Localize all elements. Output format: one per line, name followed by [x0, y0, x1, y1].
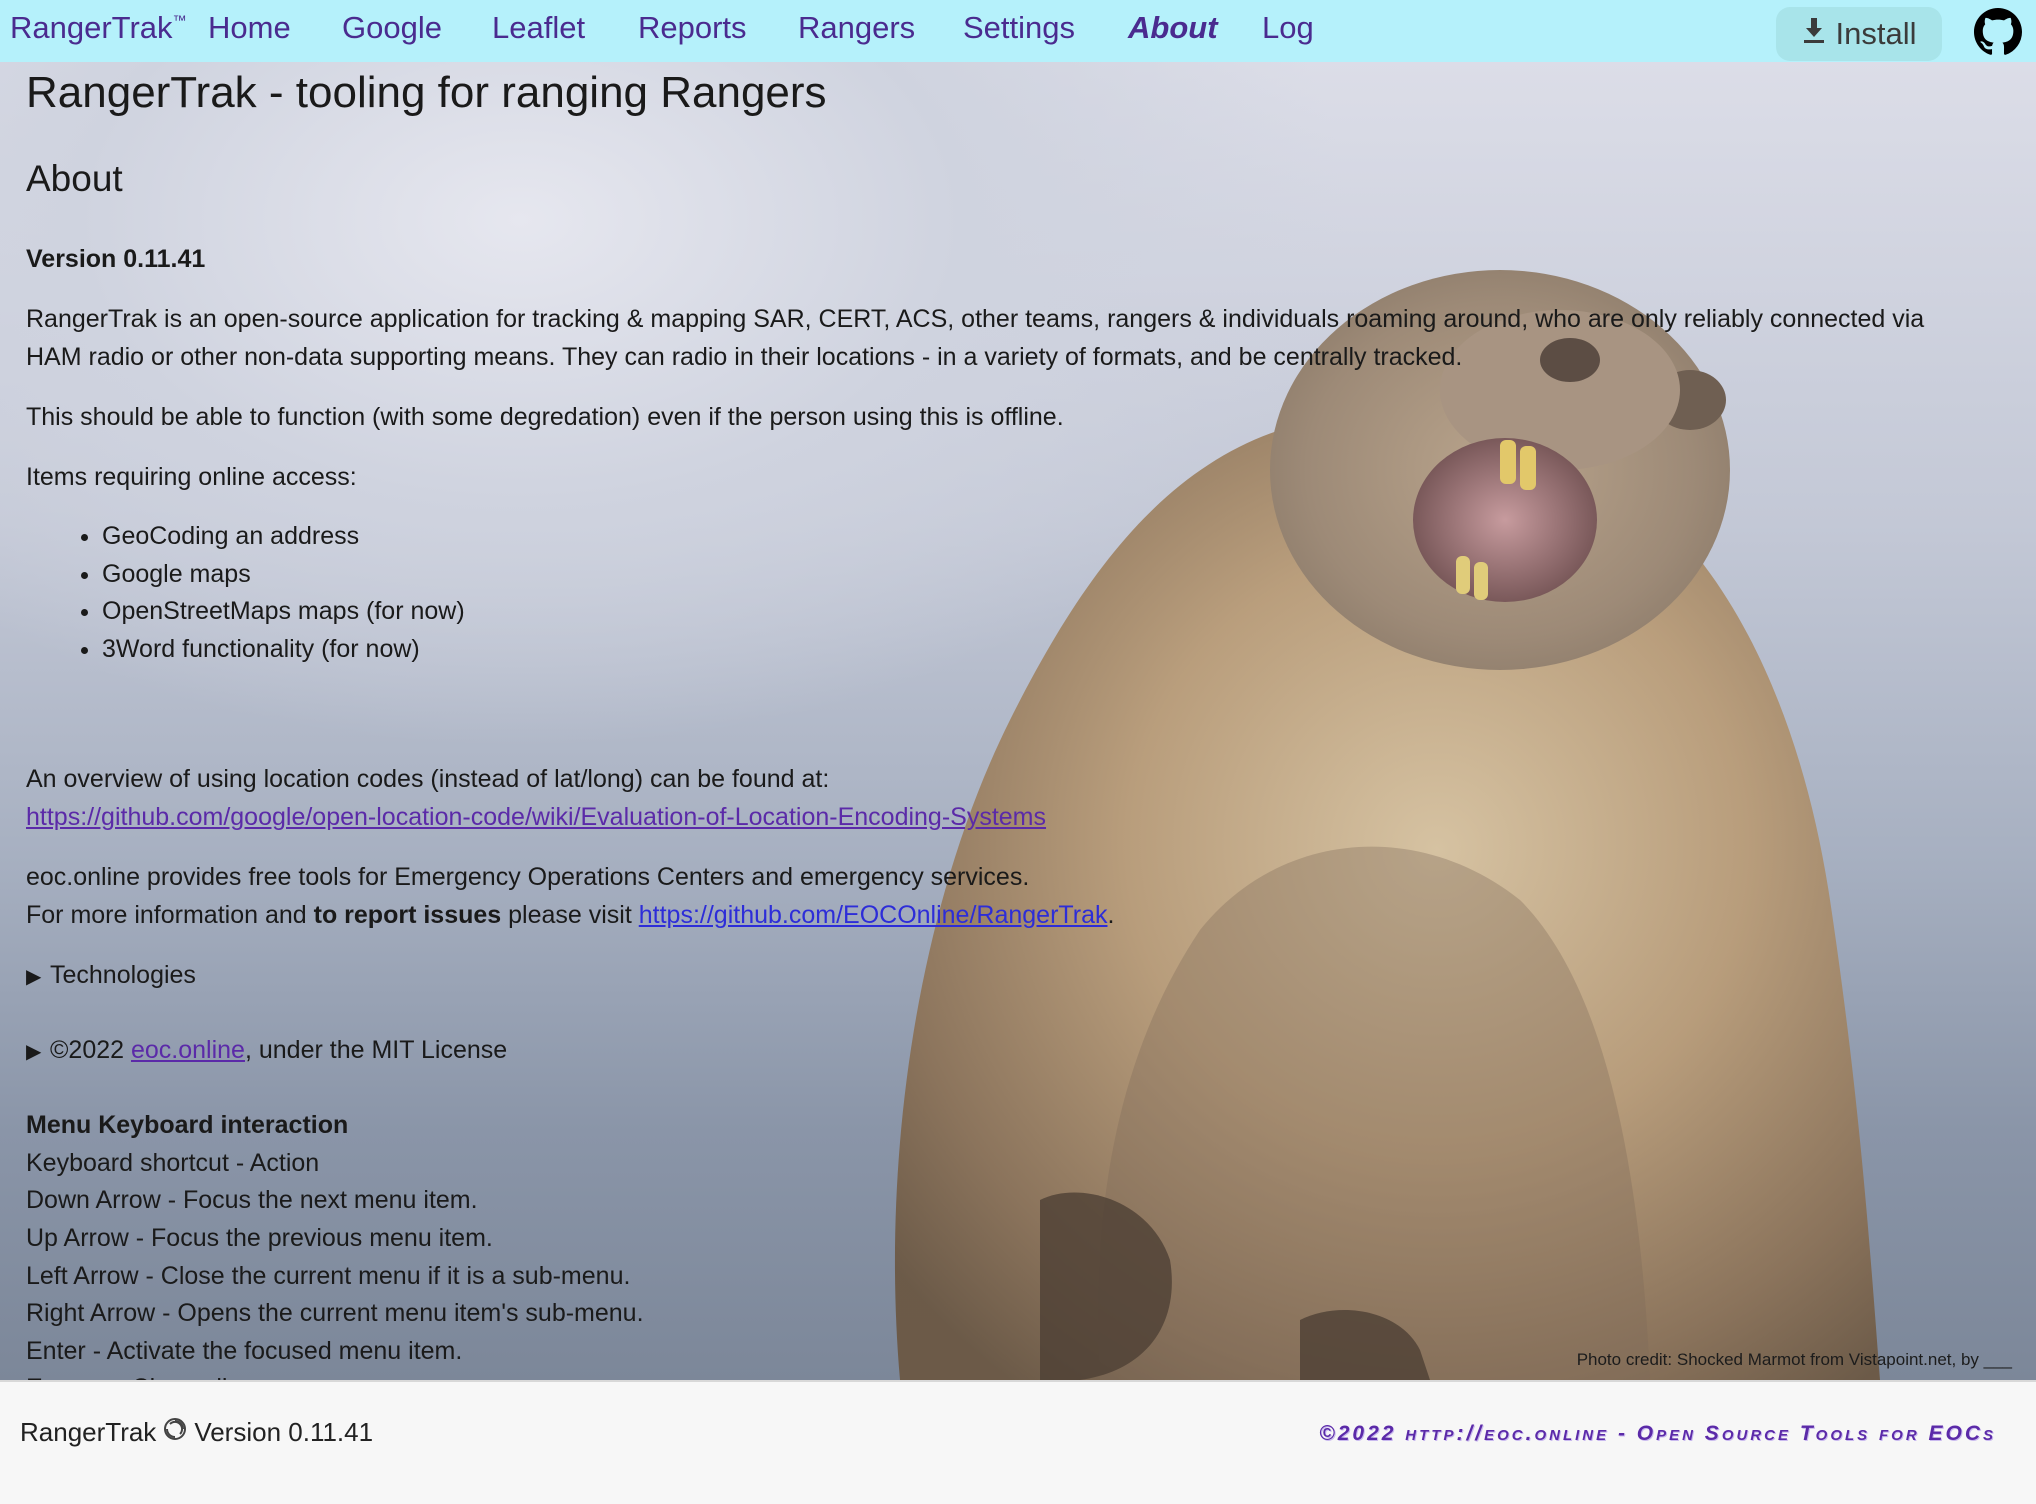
expand-triangle-icon: ▶ [26, 1041, 42, 1063]
offline-text: This should be able to function (with so… [26, 403, 1064, 431]
list-item: OpenStreetMaps maps (for now) [102, 593, 465, 631]
section-heading: About [26, 158, 123, 199]
keyboard-line: Keyboard shortcut - Action [26, 1149, 320, 1177]
install-button[interactable]: Install [1776, 7, 1942, 61]
footer-copyright: ©2022 http://eoc.online - Open Source To… [1319, 1422, 1996, 1445]
trademark-mark: ™ [172, 12, 187, 28]
info-mid: please visit [501, 901, 639, 929]
version-text: Version 0.11.41 [26, 245, 206, 273]
keyboard-line: Enter - Activate the focused menu item. [26, 1337, 463, 1365]
list-item: GeoCoding an address [102, 518, 465, 556]
nav-about[interactable]: About [1128, 10, 1218, 46]
intro-line-1: RangerTrak is an open-source application… [26, 305, 1925, 333]
keyboard-line: Right Arrow - Opens the current menu ite… [26, 1299, 644, 1327]
github-icon[interactable] [1974, 8, 2022, 56]
footer-version: RangerTrak Version 0.11.41 [20, 1416, 373, 1449]
online-items-list: GeoCoding an address Google maps OpenStr… [26, 518, 465, 668]
keyboard-heading: Menu Keyboard interaction [26, 1111, 349, 1139]
copyright-prefix: ©2022 [50, 1036, 131, 1064]
repo-link[interactable]: https://github.com/EOCOnline/RangerTrak [639, 901, 1108, 929]
list-item: Google maps [102, 556, 465, 594]
nav-settings[interactable]: Settings [963, 10, 1075, 46]
info-line: For more information and to report issue… [26, 896, 1114, 934]
expand-triangle-icon: ▶ [26, 966, 42, 988]
nav-log[interactable]: Log [1262, 10, 1314, 46]
keyboard-line: Left Arrow - Close the current menu if i… [26, 1262, 631, 1290]
overview-text: An overview of using location codes (ins… [26, 765, 830, 793]
online-heading: Items requiring online access: [26, 463, 357, 491]
intro-line-2: HAM radio or other non-data supporting m… [26, 343, 1463, 371]
nav-google[interactable]: Google [342, 10, 442, 46]
top-nav: RangerTrak™ Home Google Leaflet Reports … [0, 0, 2036, 62]
report-issues-text: to report issues [313, 901, 502, 929]
location-codes-link[interactable]: https://github.com/google/open-location-… [26, 803, 1046, 831]
page-title: RangerTrak - tooling for ranging Rangers [26, 68, 827, 117]
copyright-toggle[interactable]: ▶ ©2022 eoc.online, under the MIT License [26, 1031, 507, 1071]
install-label: Install [1835, 16, 1917, 51]
eoc-description: eoc.online provides free tools for Emerg… [26, 863, 1030, 891]
technologies-toggle[interactable]: ▶ Technologies [26, 956, 196, 996]
brand-name[interactable]: RangerTrak [10, 10, 173, 45]
nav-rangers[interactable]: Rangers [798, 10, 915, 46]
footer-app-name: RangerTrak [20, 1417, 157, 1447]
footer: RangerTrak Version 0.11.41 ©2022 http://… [0, 1380, 2036, 1504]
technologies-label: Technologies [50, 961, 196, 989]
nav-home[interactable]: Home [208, 10, 291, 46]
list-item: 3Word functionality (for now) [102, 631, 465, 669]
info-prefix: For more information and [26, 901, 314, 929]
footer-version-text: Version 0.11.41 [194, 1417, 374, 1447]
swirl-icon [162, 1416, 188, 1449]
info-suffix: . [1107, 901, 1115, 929]
keyboard-line: Down Arrow - Focus the next menu item. [26, 1186, 478, 1214]
nav-reports[interactable]: Reports [638, 10, 747, 46]
copyright-suffix: , under the MIT License [244, 1036, 508, 1064]
keyboard-line: Up Arrow - Focus the previous menu item. [26, 1224, 493, 1252]
nav-leaflet[interactable]: Leaflet [492, 10, 585, 46]
download-icon [1802, 16, 1826, 52]
eoc-online-link[interactable]: eoc.online [131, 1036, 245, 1064]
brand-logo[interactable]: RangerTrak™ [10, 10, 187, 46]
photo-credit: Photo credit: Shocked Marmot from Vistap… [1576, 1350, 2012, 1369]
